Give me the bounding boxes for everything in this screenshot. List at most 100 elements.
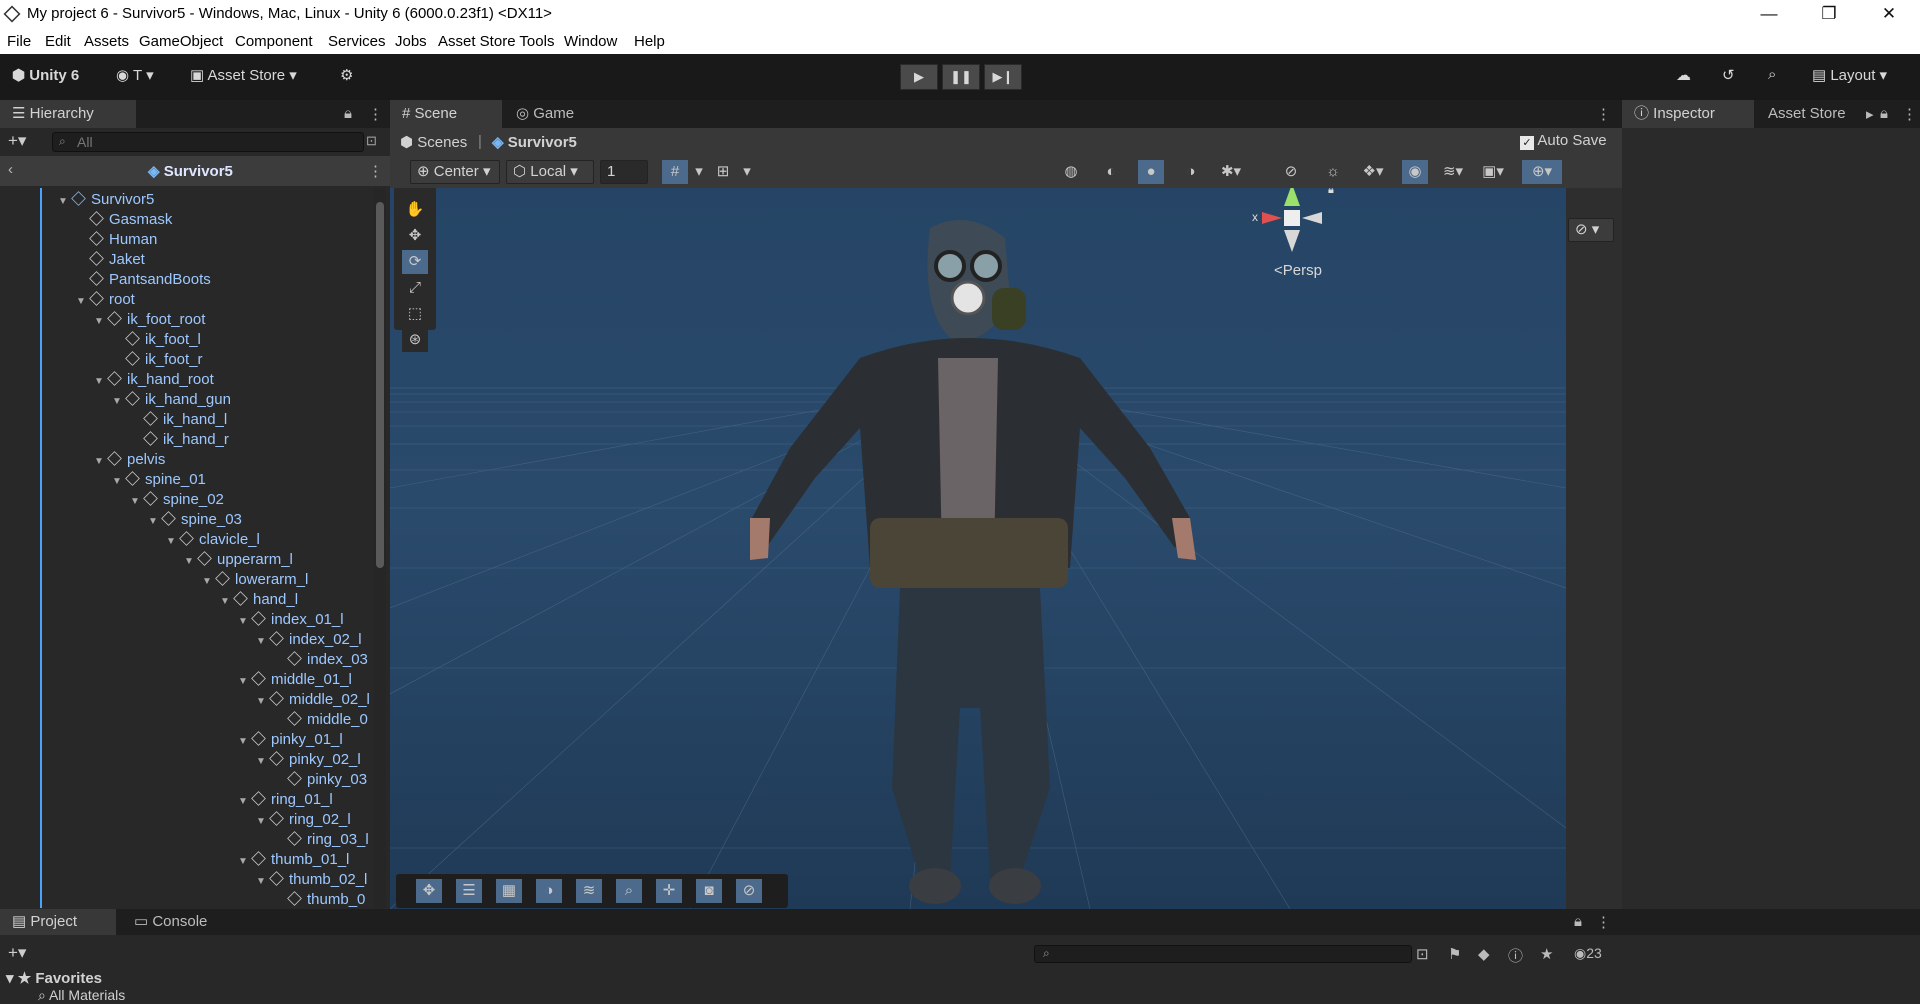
hierarchy-search-input[interactable]: ⌕ All xyxy=(52,132,364,152)
rect-tool-icon[interactable]: ⬚ xyxy=(402,302,428,326)
layout-dropdown[interactable]: ▤ Layout ▾ xyxy=(1812,66,1887,84)
hierarchy-row[interactable]: ▼ ik_foot_root xyxy=(94,310,205,330)
hierarchy-row[interactable]: ▼ middle_02_l xyxy=(256,690,370,710)
tab-console[interactable]: ▭ Console xyxy=(122,909,232,935)
2d-toggle-icon[interactable]: ⊘ xyxy=(1278,160,1304,184)
hierarchy-row[interactable]: Human xyxy=(76,230,157,250)
tab-asset-store[interactable]: Asset Store xyxy=(1756,100,1866,128)
shaded-wireframe-icon[interactable]: ◐ xyxy=(1098,160,1124,184)
expand-arrow-icon[interactable]: ▼ xyxy=(112,472,126,492)
maximize-button[interactable]: ❐ xyxy=(1806,0,1852,29)
inspector-more-icon[interactable]: ⋮ xyxy=(1902,105,1917,123)
pivot-dropdown[interactable]: ⊕ Center ▾ xyxy=(410,160,500,184)
search-by-type-icon[interactable]: ⊡ xyxy=(1416,945,1429,963)
gizmo-lock-icon[interactable]: 🔒︎ xyxy=(1328,188,1334,197)
tag-icon[interactable]: ◆ xyxy=(1478,945,1490,963)
play-button[interactable]: ▶ xyxy=(900,64,938,90)
hidden-packages-count[interactable]: ◉23 xyxy=(1574,945,1602,962)
unlit-mode-icon[interactable]: ◑ xyxy=(1178,160,1204,184)
breadcrumb-scenes[interactable]: ⬢ Scenes xyxy=(400,133,467,151)
scrollbar-thumb[interactable] xyxy=(376,202,384,568)
expand-arrow-icon[interactable]: ▼ xyxy=(238,672,252,692)
menu-window[interactable]: Window xyxy=(564,33,617,50)
hierarchy-row[interactable]: ik_hand_l xyxy=(130,410,227,430)
hierarchy-row[interactable]: ▼ lowerarm_l xyxy=(202,570,308,590)
scale-tool-icon[interactable]: ⤢ xyxy=(402,276,428,300)
compass-icon[interactable]: ⊘ xyxy=(736,879,762,903)
back-chevron-icon[interactable]: ‹ xyxy=(8,161,13,178)
search-icon[interactable]: ⌕ xyxy=(1768,66,1776,83)
tab-game[interactable]: ◎ Game xyxy=(504,100,604,128)
hierarchy-row[interactable]: index_03 xyxy=(274,650,368,670)
hierarchy-row[interactable]: pinky_03 xyxy=(274,770,367,790)
favorites-header[interactable]: ▾ ★ Favorites xyxy=(6,969,102,987)
project-search-input[interactable]: ⌕ xyxy=(1034,945,1412,963)
grid-snap-dropdown-icon[interactable]: ▾ xyxy=(686,160,712,184)
orientation-dropdown[interactable]: ⊘ ▾ xyxy=(1568,218,1614,242)
settings-gear-icon[interactable]: ⚙ xyxy=(340,66,353,84)
hierarchy-row[interactable]: ▼ ik_hand_root xyxy=(94,370,214,390)
expand-arrow-icon[interactable]: ▼ xyxy=(256,812,270,832)
camera-dropdown-icon[interactable]: ▣▾ xyxy=(1480,160,1506,184)
expand-arrow-icon[interactable]: ▼ xyxy=(112,392,126,412)
menu-asset-store-tools[interactable]: Asset Store Tools xyxy=(438,33,554,50)
favorites-star-icon[interactable]: ★ xyxy=(1540,945,1553,963)
hierarchy-row[interactable]: ▼ middle_01_l xyxy=(238,670,352,690)
inspector-lock-icon[interactable]: 🔒︎ xyxy=(1880,105,1888,122)
menu-file[interactable]: File xyxy=(7,33,31,50)
close-button[interactable]: ✕ xyxy=(1866,0,1912,29)
asset-store-dropdown[interactable]: ▣ Asset Store ▾ xyxy=(190,66,297,84)
scene-viewport[interactable]: ✋ ✥ ⟳ ⤢ ⬚ ⊛ y x 🔒︎ <Persp ✥ ☰ ▦ ◑ ≋ ⌕ ✛ … xyxy=(390,188,1566,909)
expand-arrow-icon[interactable]: ▼ xyxy=(184,552,198,572)
grid-snap-icon[interactable]: # xyxy=(662,160,688,184)
hierarchy-row[interactable]: ▼ ring_01_l xyxy=(238,790,333,810)
project-lock-icon[interactable]: 🔒︎ xyxy=(1574,913,1582,930)
expand-arrow-icon[interactable]: ▼ xyxy=(94,452,108,472)
hand-tool-icon[interactable]: ✋ xyxy=(402,198,428,222)
add-icon[interactable]: +▾ xyxy=(8,131,26,151)
hierarchy-scrollbar[interactable] xyxy=(374,188,386,908)
orientation-gizmo[interactable]: y x 🔒︎ <Persp xyxy=(1250,188,1350,304)
menu-help[interactable]: Help xyxy=(634,33,665,50)
expand-arrow-icon[interactable]: ▼ xyxy=(148,512,162,532)
tab-overflow-icon[interactable]: ▸ xyxy=(1866,105,1874,123)
warning-icon[interactable]: ⓘ xyxy=(1508,945,1523,966)
lock-icon[interactable]: 🔒︎ xyxy=(344,105,352,122)
hierarchy-row[interactable]: ▼ root xyxy=(76,290,135,310)
expand-arrow-icon[interactable]: ▼ xyxy=(256,872,270,892)
cloud-icon[interactable]: ☁ xyxy=(1676,66,1691,84)
grid-dropdown-icon[interactable]: ▾ xyxy=(734,160,760,184)
layers-dropdown-icon[interactable]: ≋▾ xyxy=(1440,160,1466,184)
grid-visibility-icon[interactable]: ⊞ xyxy=(710,160,736,184)
hierarchy-row[interactable]: Jaket xyxy=(76,250,145,270)
hierarchy-row[interactable]: PantsandBoots xyxy=(76,270,211,290)
expand-arrow-icon[interactable]: ▼ xyxy=(76,292,90,312)
scene-more-icon[interactable]: ⋮ xyxy=(1596,105,1611,123)
scene-visibility-icon[interactable]: ⊡ xyxy=(366,133,377,149)
rotate-tool-icon[interactable]: ⟳ xyxy=(402,250,428,274)
hierarchy-row[interactable]: ring_03_l xyxy=(274,830,369,850)
hierarchy-row[interactable]: ▼ spine_03 xyxy=(148,510,242,530)
prefab-menu-icon[interactable]: ⋮ xyxy=(368,162,383,180)
hierarchy-row[interactable]: ▼ pinky_01_l xyxy=(238,730,343,750)
hierarchy-row[interactable]: ▼ ik_hand_gun xyxy=(112,390,231,410)
favorites-all-materials[interactable]: ⌕ All Materials xyxy=(38,987,125,1004)
transform-tool-icon[interactable]: ⊛ xyxy=(402,328,428,352)
hierarchy-row[interactable]: ▼ spine_02 xyxy=(130,490,224,510)
menu-component[interactable]: Component xyxy=(235,33,313,50)
menu-services[interactable]: Services xyxy=(328,33,386,50)
gizmos-dropdown-icon[interactable]: ⊕▾ xyxy=(1522,160,1562,184)
expand-arrow-icon[interactable]: ▼ xyxy=(220,592,234,612)
layers-icon[interactable]: ≋ xyxy=(576,879,602,903)
tab-project[interactable]: ▤ Project xyxy=(0,909,116,935)
expand-arrow-icon[interactable]: ▼ xyxy=(94,372,108,392)
menu-assets[interactable]: Assets xyxy=(84,33,129,50)
account-dropdown[interactable]: ◉ T ▾ xyxy=(116,66,154,84)
expand-arrow-icon[interactable]: ▼ xyxy=(238,792,252,812)
expand-arrow-icon[interactable]: ▼ xyxy=(58,192,72,212)
hierarchy-row[interactable]: ▼ pinky_02_l xyxy=(256,750,361,770)
move-tool-icon[interactable]: ✥ xyxy=(402,224,428,248)
debug-draw-icon[interactable]: ✱▾ xyxy=(1218,160,1244,184)
expand-arrow-icon[interactable]: ▼ xyxy=(130,492,144,512)
history-icon[interactable]: ↺ xyxy=(1722,66,1735,84)
